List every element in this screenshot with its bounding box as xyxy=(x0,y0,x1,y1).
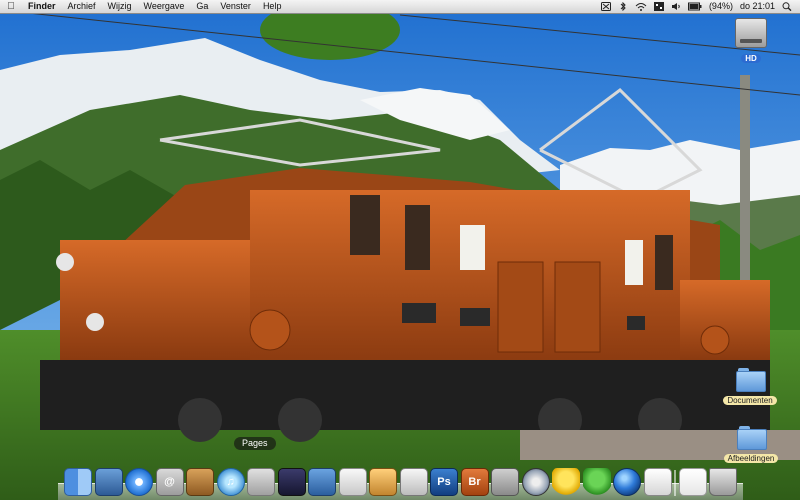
bridge-icon[interactable]: Br xyxy=(460,468,489,496)
menu-weergave[interactable]: Weergave xyxy=(138,0,191,13)
dock-tooltip: Pages xyxy=(234,437,276,450)
menu-archief[interactable]: Archief xyxy=(62,0,102,13)
adium-icon[interactable] xyxy=(552,468,580,496)
spotlight-icon[interactable] xyxy=(782,2,792,11)
apple-menu[interactable]:  xyxy=(0,1,22,12)
time-machine-icon[interactable] xyxy=(600,2,611,11)
wifi-icon[interactable] xyxy=(635,2,647,11)
safari-icon[interactable] xyxy=(125,468,153,496)
battery-icon[interactable] xyxy=(687,2,702,11)
menu-wijzig[interactable]: Wijzig xyxy=(102,0,138,13)
dvd-player-icon[interactable] xyxy=(521,468,550,496)
keynote-icon[interactable] xyxy=(308,468,336,496)
menu-finder[interactable]: Finder xyxy=(22,0,62,13)
menu-help[interactable]: Help xyxy=(257,0,288,13)
dock-separator xyxy=(674,470,676,496)
dock-apps: @ ♫ Ps Br xyxy=(64,464,737,496)
documents-folder-icon xyxy=(736,368,766,392)
battery-percent[interactable]: (94%) xyxy=(709,0,733,13)
dock: @ ♫ Ps Br xyxy=(58,456,743,500)
apple-icon:  xyxy=(7,1,15,12)
image-capture-icon[interactable] xyxy=(399,468,428,496)
menu-venster[interactable]: Venster xyxy=(214,0,257,13)
preview-icon[interactable] xyxy=(94,468,123,496)
menu-bar:  Finder Archief Wijzig Weergave Ga Vens… xyxy=(0,0,800,14)
menu-extras: (94%) do 21:01 xyxy=(600,0,800,13)
desktop-wallpaper xyxy=(0,0,800,500)
iphoto-icon[interactable] xyxy=(369,468,397,496)
volume-icon[interactable] xyxy=(671,2,681,11)
desktop-icon-label: Documenten xyxy=(723,396,777,405)
address-book-icon[interactable] xyxy=(186,468,214,496)
pages-icon[interactable] xyxy=(338,468,367,496)
clock[interactable]: do 21:01 xyxy=(740,0,775,13)
google-earth-icon[interactable] xyxy=(613,468,641,496)
document-icon[interactable] xyxy=(678,468,707,496)
desktop-icon-label: HD xyxy=(741,54,761,63)
ical-icon[interactable] xyxy=(247,468,275,496)
mail-icon[interactable]: @ xyxy=(155,468,184,496)
itunes-icon[interactable]: ♫ xyxy=(216,468,245,496)
trash-icon[interactable] xyxy=(709,468,737,496)
desktop-icon-documenten[interactable]: Documenten xyxy=(720,368,780,408)
stack-icon[interactable] xyxy=(643,468,672,496)
pictures-folder-icon xyxy=(737,426,767,450)
menu-ga[interactable]: Ga xyxy=(190,0,214,13)
hard-drive-icon xyxy=(735,18,767,48)
ichat-icon[interactable] xyxy=(582,468,611,496)
photoshop-icon[interactable]: Ps xyxy=(430,468,458,496)
spaces-icon[interactable] xyxy=(653,2,664,11)
time-machine-dock-icon[interactable] xyxy=(491,468,519,496)
wallpaper-scene xyxy=(0,0,800,500)
finder-icon[interactable] xyxy=(64,468,92,496)
desktop-icon-hd[interactable]: HD xyxy=(733,18,769,66)
bluetooth-icon[interactable] xyxy=(618,2,628,11)
photo-booth-icon[interactable] xyxy=(277,468,306,496)
